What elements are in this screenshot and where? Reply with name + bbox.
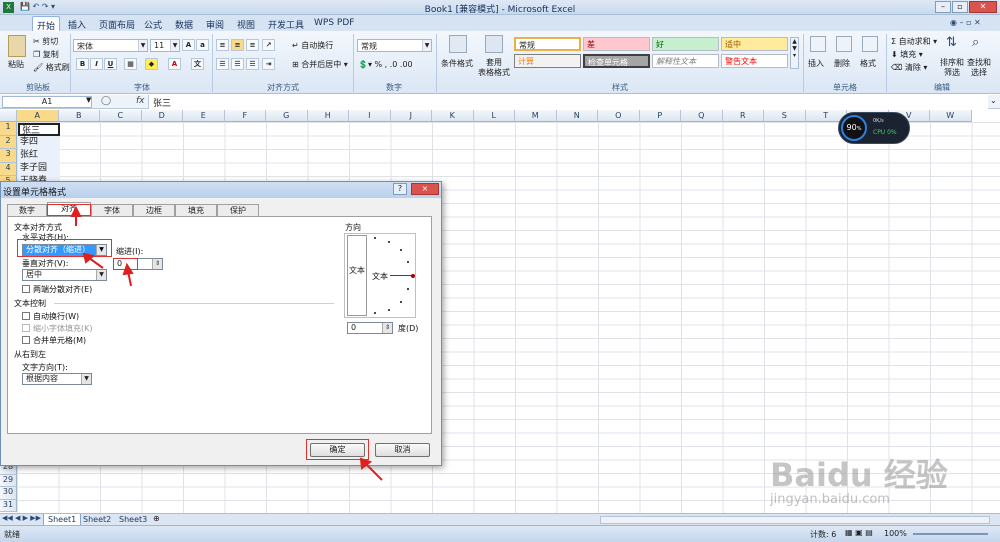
find-icon: ⌕: [972, 35, 980, 50]
widget-speed: 0K/s: [873, 118, 884, 124]
format-cells-icon: [862, 36, 878, 52]
column-header[interactable]: Q: [681, 110, 723, 122]
help-icon[interactable]: ◉ – ▫ ✕: [950, 18, 981, 27]
separator: [803, 34, 804, 92]
status-count: 计数: 6: [810, 530, 837, 539]
zoom-level[interactable]: 100%: [884, 529, 907, 538]
conditional-format-icon: [449, 35, 467, 53]
style-normal[interactable]: 常规: [514, 37, 581, 51]
eraser-icon: ⌫: [891, 63, 903, 72]
expand-icon[interactable]: ⌄: [990, 96, 997, 105]
delete-cells-button[interactable]: 删除: [834, 58, 850, 69]
styles-group-label: 样式: [612, 83, 628, 92]
widget-gauge: 90%: [841, 115, 867, 141]
insert-cells-icon: [810, 36, 826, 52]
find-select-button[interactable]: 查找和 选择: [967, 58, 991, 78]
restore-button[interactable]: ▫: [952, 1, 968, 13]
style-bad[interactable]: 差: [583, 37, 650, 51]
style-calculation[interactable]: 计算: [514, 54, 581, 68]
autosum-button[interactable]: Σ 自动求和 ▾: [891, 36, 937, 47]
sort-filter-icon: ⇅: [946, 35, 957, 50]
insert-cells-button[interactable]: 插入: [808, 58, 824, 69]
fill-button[interactable]: ⬇ 填充 ▾: [891, 49, 923, 60]
clear-button[interactable]: ⌫ 清除 ▾: [891, 62, 927, 73]
watermark-brand: Baidu 经验: [770, 456, 948, 494]
view-mode-icon[interactable]: ▦ ▣ ▤: [845, 528, 873, 537]
style-explanatory[interactable]: 解释性文本: [652, 54, 719, 68]
annotation-arrows: [70, 205, 383, 481]
style-check-cell[interactable]: 检查单元格: [583, 54, 650, 68]
fill-down-icon: ⬇: [891, 50, 898, 59]
column-header[interactable]: R: [722, 110, 764, 122]
cells-group-label: 单元格: [833, 83, 857, 92]
network-widget[interactable]: 90% 0K/s CPU 0%: [838, 112, 910, 144]
arrow-indent-head: [122, 262, 134, 276]
sort-filter-button[interactable]: 排序和 筛选: [940, 58, 964, 78]
watermark-url: jingyan.baidu.com: [770, 492, 890, 507]
sigma-icon: Σ: [891, 37, 897, 46]
column-header[interactable]: W: [930, 110, 972, 122]
arrow-ok: [365, 463, 383, 481]
minimize-button[interactable]: –: [935, 1, 951, 13]
format-as-table-button[interactable]: 套用 表格格式: [478, 58, 510, 78]
horizontal-scrollbar[interactable]: [600, 516, 990, 524]
column-header[interactable]: N: [556, 110, 598, 122]
column-header[interactable]: O: [598, 110, 640, 122]
widget-cpu: CPU 0%: [873, 129, 897, 136]
table-format-icon: [485, 35, 503, 53]
separator: [886, 34, 887, 92]
column-header[interactable]: P: [639, 110, 681, 122]
arrow-horizontal: [88, 257, 104, 269]
format-cells-button[interactable]: 格式: [860, 58, 876, 69]
conditional-format-button[interactable]: 条件格式: [441, 58, 473, 69]
close-window-button[interactable]: ✕: [969, 1, 997, 13]
styles-scroll-icon[interactable]: ▲ ▼ ▾: [790, 37, 799, 69]
column-header[interactable]: S: [764, 110, 806, 122]
style-neutral[interactable]: 适中: [721, 37, 788, 51]
editing-group-label: 编辑: [934, 83, 950, 92]
delete-cells-icon: [836, 36, 852, 52]
column-header[interactable]: L: [473, 110, 515, 122]
column-header[interactable]: M: [515, 110, 557, 122]
arrow-tab-head: [70, 205, 82, 217]
style-warning[interactable]: 警告文本: [721, 54, 788, 68]
zoom-slider[interactable]: [913, 533, 988, 535]
style-good[interactable]: 好: [652, 37, 719, 51]
